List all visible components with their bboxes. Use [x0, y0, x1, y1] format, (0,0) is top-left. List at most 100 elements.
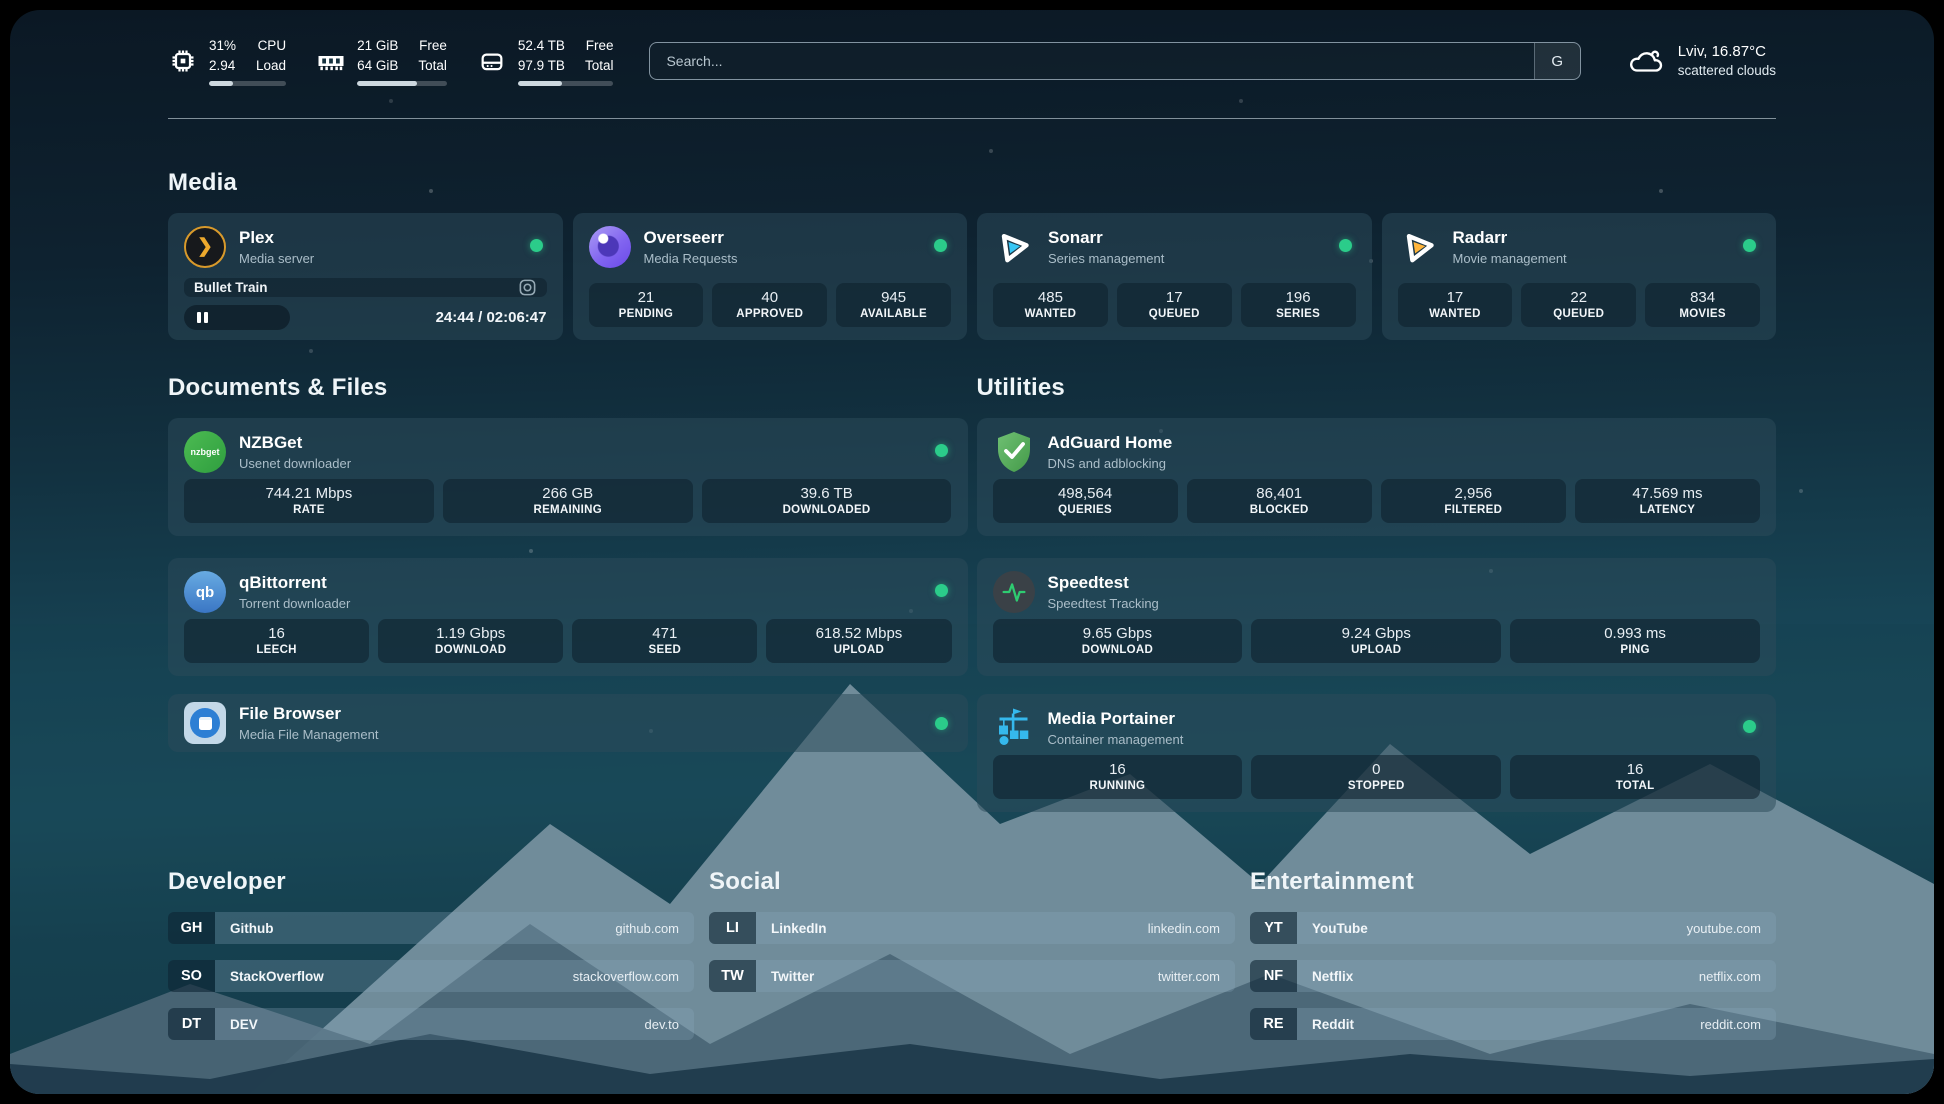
stat-label: RUNNING [997, 780, 1239, 792]
service-card-qbittorrent[interactable]: qb qBittorrent Torrent downloader 16 LEE… [168, 558, 968, 676]
service-name: qBittorrent [239, 573, 350, 593]
service-desc: Torrent downloader [239, 596, 350, 611]
stat-tile-leech: 16 LEECH [184, 619, 369, 663]
bookmark-abbr: GH [168, 912, 215, 944]
media-section: Media ❯ Plex Media server Bullet Train [168, 169, 1776, 340]
service-name: Speedtest [1048, 573, 1159, 593]
service-name: Radarr [1453, 228, 1567, 248]
search-input[interactable] [650, 43, 1533, 79]
media-cards-grid: ❯ Plex Media server Bullet Train [168, 213, 1776, 340]
sonarr-status-dot [1339, 239, 1352, 252]
documents-column: Documents & Files nzbget NZBGet Usenet d… [168, 374, 968, 812]
stat-value: 485 [997, 289, 1104, 306]
memory-total-label: Total [418, 56, 447, 76]
service-card-filebrowser[interactable]: File Browser Media File Management [168, 694, 968, 752]
bookmark-reddit[interactable]: RE Reddit reddit.com [1250, 1008, 1776, 1040]
topbar-divider [168, 118, 1776, 119]
memory-free-value: 21 GiB [357, 36, 398, 56]
stat-label: QUERIES [997, 504, 1174, 516]
speedtest-titles: Speedtest Speedtest Tracking [1048, 573, 1159, 611]
stat-value: 471 [576, 625, 753, 642]
memory-total-value: 64 GiB [357, 56, 398, 76]
video-icon[interactable] [518, 278, 537, 297]
service-card-sonarr[interactable]: Sonarr Series management 485 WANTED 17 Q… [977, 213, 1372, 340]
bookmark-github[interactable]: GH Github github.com [168, 912, 694, 944]
memory-stat-widget: 21 GiB 64 GiB Free Total [316, 36, 447, 85]
disk-drive-icon [477, 46, 507, 76]
stat-tile-remaining: 266 GB REMAINING [443, 479, 693, 523]
bookmark-linkedin[interactable]: LI LinkedIn linkedin.com [709, 912, 1235, 944]
bookmark-abbr: RE [1250, 1008, 1297, 1040]
bookmark-url: netflix.com [1699, 969, 1761, 984]
service-card-plex[interactable]: ❯ Plex Media server Bullet Train [168, 213, 563, 340]
service-desc: DNS and adblocking [1048, 456, 1173, 471]
stat-value: 86,401 [1191, 485, 1368, 502]
bookmark-abbr: SO [168, 960, 215, 992]
cpu-progress-fill [209, 81, 233, 86]
stat-tile-movies: 834 MOVIES [1645, 283, 1760, 327]
developer-bookmarks: Developer GH Github github.com SO StackO… [168, 868, 694, 1040]
stat-tile-queued: 17 QUEUED [1117, 283, 1232, 327]
stat-value: 0 [1255, 761, 1497, 778]
service-card-overseerr[interactable]: Overseerr Media Requests 21 PENDING 40 A… [573, 213, 968, 340]
stat-label: UPLOAD [1255, 644, 1497, 656]
portainer-titles: Media Portainer Container management [1048, 709, 1184, 747]
cpu-load-label: Load [256, 56, 286, 76]
dashboard-window: 31% 2.94 CPU Load [10, 10, 1934, 1094]
stat-tile-downloaded: 39.6 TB DOWNLOADED [702, 479, 952, 523]
stat-label: RATE [188, 504, 430, 516]
service-card-portainer[interactable]: Media Portainer Container management 16 … [977, 694, 1777, 812]
portainer-crane-icon [993, 707, 1035, 749]
stat-value: 39.6 TB [706, 485, 948, 502]
service-card-speedtest[interactable]: Speedtest Speedtest Tracking 9.65 Gbps D… [977, 558, 1777, 676]
stat-tile-wanted: 485 WANTED [993, 283, 1108, 327]
disk-stat-widget: 52.4 TB 97.9 TB Free Total [477, 36, 614, 85]
filebrowser-icon [184, 702, 226, 744]
cpu-usage-label: CPU [256, 36, 286, 56]
plex-playback-time: 24:44 / 02:06:47 [436, 309, 547, 326]
filebrowser-titles: File Browser Media File Management [239, 704, 378, 742]
bookmark-name: Reddit [1312, 1017, 1354, 1032]
bookmark-dev[interactable]: DT DEV dev.to [168, 1008, 694, 1040]
stat-label: APPROVED [716, 308, 823, 320]
sonarr-titles: Sonarr Series management [1048, 228, 1164, 266]
stat-value: 47.569 ms [1579, 485, 1756, 502]
stat-label: AVAILABLE [840, 308, 947, 320]
middle-columns: Documents & Files nzbget NZBGet Usenet d… [168, 374, 1776, 812]
plex-icon: ❯ [184, 226, 226, 268]
bookmark-url: reddit.com [1700, 1017, 1761, 1032]
bookmark-stackoverflow[interactable]: SO StackOverflow stackoverflow.com [168, 960, 694, 992]
bookmark-youtube[interactable]: YT YouTube youtube.com [1250, 912, 1776, 944]
overseerr-status-dot [934, 239, 947, 252]
stat-value: 17 [1121, 289, 1228, 306]
search-provider-button[interactable]: G [1534, 43, 1580, 79]
bookmark-netflix[interactable]: NF Netflix netflix.com [1250, 960, 1776, 992]
stat-tile-queries: 498,564 QUERIES [993, 479, 1178, 523]
stat-label: BLOCKED [1191, 504, 1368, 516]
bookmark-twitter[interactable]: TW Twitter twitter.com [709, 960, 1235, 992]
service-card-radarr[interactable]: Radarr Movie management 17 WANTED 22 QUE… [1382, 213, 1777, 340]
stat-tile-stopped: 0 STOPPED [1251, 755, 1501, 799]
stat-value: 22 [1525, 289, 1632, 306]
stat-value: 9.24 Gbps [1255, 625, 1497, 642]
stat-label: PENDING [593, 308, 700, 320]
service-card-adguard[interactable]: AdGuard Home DNS and adblocking 498,564 … [977, 418, 1777, 536]
bookmark-name: Netflix [1312, 969, 1353, 984]
stat-value: 2,956 [1385, 485, 1562, 502]
pause-button[interactable] [184, 305, 290, 330]
service-card-nzbget[interactable]: nzbget NZBGet Usenet downloader 744.21 M… [168, 418, 968, 536]
plex-now-playing-title: Bullet Train [194, 280, 268, 295]
bookmark-url: github.com [615, 921, 679, 936]
nzbget-titles: NZBGet Usenet downloader [239, 433, 351, 471]
qbittorrent-icon: qb [184, 571, 226, 613]
service-name: AdGuard Home [1048, 433, 1173, 453]
stat-tile-approved: 40 APPROVED [712, 283, 827, 327]
stat-tile-upload: 618.52 Mbps UPLOAD [766, 619, 951, 663]
stat-value: 21 [593, 289, 700, 306]
stat-tile-rate: 744.21 Mbps RATE [184, 479, 434, 523]
stat-tile-seed: 471 SEED [572, 619, 757, 663]
stat-value: 196 [1245, 289, 1352, 306]
bookmark-name: YouTube [1312, 921, 1368, 936]
adguard-titles: AdGuard Home DNS and adblocking [1048, 433, 1173, 471]
service-desc: Container management [1048, 732, 1184, 747]
